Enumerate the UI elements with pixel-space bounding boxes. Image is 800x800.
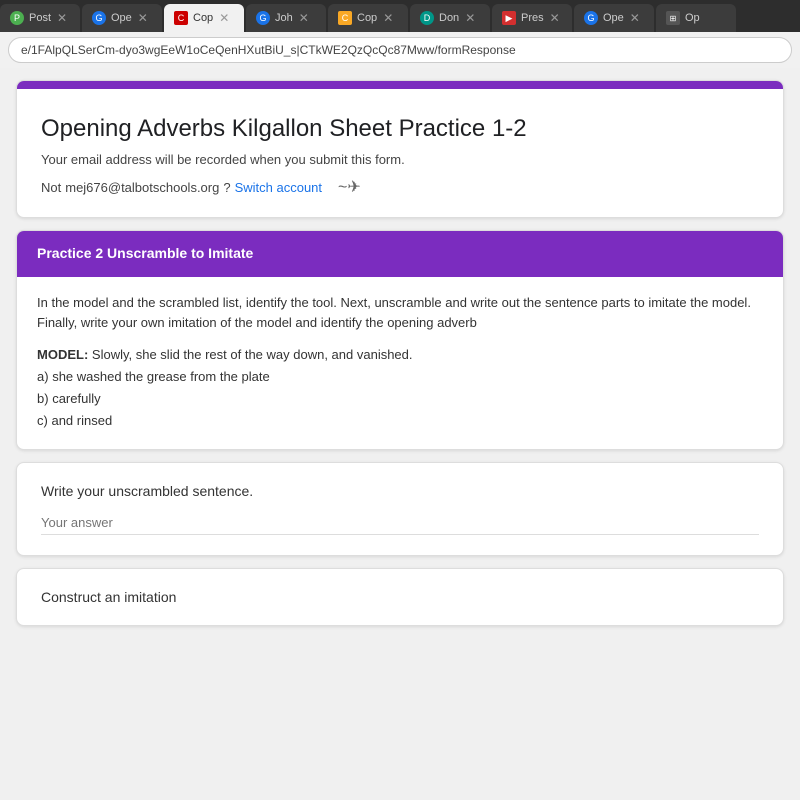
address-input[interactable] — [8, 37, 792, 63]
not-label: Not — [41, 180, 61, 195]
tab-don[interactable]: D Don ✕ — [410, 4, 490, 32]
tab-pres-close[interactable]: ✕ — [550, 11, 560, 25]
model-label: MODEL: — [37, 347, 88, 362]
tab-john-favicon: G — [256, 11, 270, 25]
tab-post[interactable]: P Post ✕ — [0, 4, 80, 32]
switch-account-link[interactable]: Switch account — [235, 180, 322, 195]
form-header: Opening Adverbs Kilgallon Sheet Practice… — [17, 81, 783, 217]
construct-card: Construct an imitation — [16, 568, 784, 626]
address-bar — [0, 32, 800, 68]
tab-bar: P Post ✕ G Ope ✕ C Cop ✕ G Joh ✕ C Cop ✕… — [0, 0, 800, 32]
tab-don-favicon: D — [420, 11, 434, 25]
model-sentence-line: MODEL: Slowly, she slid the rest of the … — [37, 344, 763, 366]
tab-grid[interactable]: ⊞ Op — [656, 4, 736, 32]
section-body: In the model and the scrambled list, ide… — [17, 277, 783, 448]
browser-chrome: P Post ✕ G Ope ✕ C Cop ✕ G Joh ✕ C Cop ✕… — [0, 0, 800, 68]
model-block: MODEL: Slowly, she slid the rest of the … — [37, 344, 763, 432]
tab-ope2-favicon: G — [584, 11, 598, 25]
part-a-text: she washed the grease from the plate — [52, 369, 270, 384]
model-sentence: Slowly, she slid the rest of the way dow… — [92, 347, 413, 362]
part-c-label: c) — [37, 413, 48, 428]
tab-cop2-close[interactable]: ✕ — [383, 11, 393, 25]
tab-john[interactable]: G Joh ✕ — [246, 4, 326, 32]
email-display: mej676@talbotschools.org — [65, 180, 219, 195]
tab-cop1-favicon: C — [174, 11, 188, 25]
part-c-text: and rinsed — [51, 413, 112, 428]
tab-cop2[interactable]: C Cop ✕ — [328, 4, 408, 32]
tab-grid-favicon: ⊞ — [666, 11, 680, 25]
part-b-label: b) — [37, 391, 49, 406]
section-header-title: Practice 2 Unscramble to Imitate — [37, 245, 253, 261]
practice-section-card: Practice 2 Unscramble to Imitate In the … — [16, 230, 784, 449]
form-header-card: Opening Adverbs Kilgallon Sheet Practice… — [16, 80, 784, 218]
tab-don-close[interactable]: ✕ — [465, 11, 475, 25]
construct-label: Construct an imitation — [41, 589, 759, 605]
form-title: Opening Adverbs Kilgallon Sheet Practice… — [41, 113, 759, 144]
tab-cop1-close[interactable]: ✕ — [219, 11, 229, 25]
tab-ope2[interactable]: G Ope ✕ — [574, 4, 654, 32]
tab-cop1[interactable]: C Cop ✕ — [164, 4, 244, 32]
answer-input[interactable] — [41, 511, 759, 535]
part-c: c) and rinsed — [37, 410, 763, 432]
account-info: Not mej676@talbotschools.org? Switch acc… — [41, 177, 759, 197]
tab-john-close[interactable]: ✕ — [299, 11, 309, 25]
tab-ope1-close[interactable]: ✕ — [138, 11, 148, 25]
instructions-text: In the model and the scrambled list, ide… — [37, 293, 763, 332]
part-b-text: carefully — [52, 391, 100, 406]
tab-pres[interactable]: ▶ Pres ✕ — [492, 4, 572, 32]
form-email-notice: Your email address will be recorded when… — [41, 152, 759, 167]
tab-ope2-close[interactable]: ✕ — [630, 11, 640, 25]
tab-post-favicon: P — [10, 11, 24, 25]
answer-card: Write your unscrambled sentence. — [16, 462, 784, 556]
part-b: b) carefully — [37, 388, 763, 410]
answer-label: Write your unscrambled sentence. — [41, 483, 759, 499]
tab-post-close[interactable]: ✕ — [57, 11, 67, 25]
tab-cop2-favicon: C — [338, 11, 352, 25]
part-a-label: a) — [37, 369, 49, 384]
part-a: a) she washed the grease from the plate — [37, 366, 763, 388]
tab-pres-favicon: ▶ — [502, 11, 516, 25]
bird-icon: ~✈ — [338, 177, 361, 197]
tab-ope1-favicon: G — [92, 11, 106, 25]
page-content: Opening Adverbs Kilgallon Sheet Practice… — [0, 68, 800, 800]
tab-ope1[interactable]: G Ope ✕ — [82, 4, 162, 32]
section-header: Practice 2 Unscramble to Imitate — [17, 231, 783, 277]
